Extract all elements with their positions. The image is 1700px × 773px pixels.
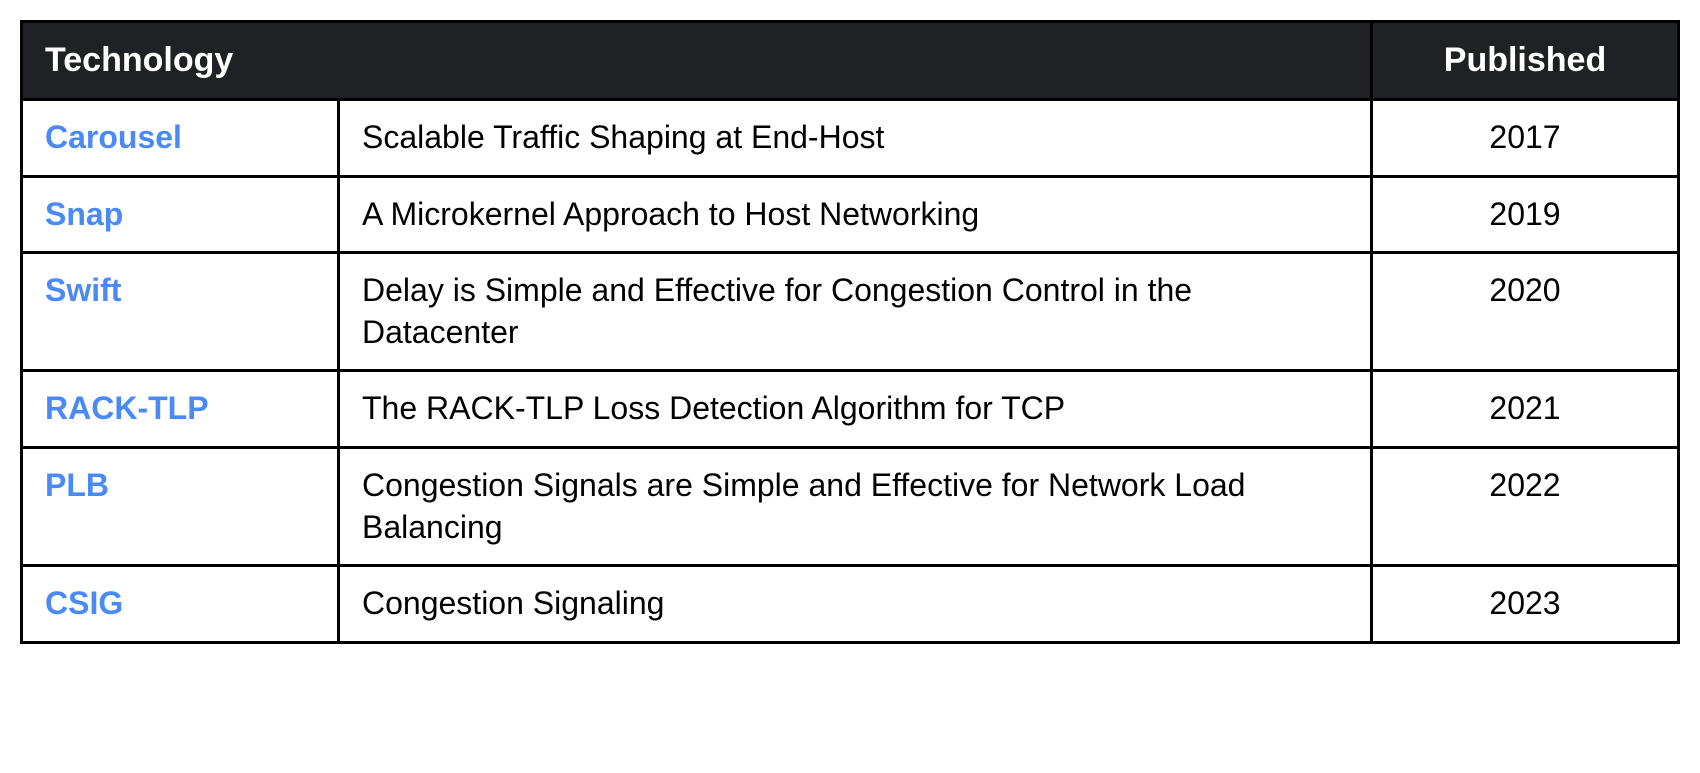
technology-description: Scalable Traffic Shaping at End-Host — [339, 100, 1372, 177]
header-technology: Technology — [22, 22, 1372, 100]
technology-link[interactable]: Snap — [45, 196, 123, 232]
technology-published: 2017 — [1372, 100, 1679, 177]
table-row: Swift Delay is Simple and Effective for … — [22, 253, 1679, 371]
technology-link[interactable]: RACK-TLP — [45, 390, 209, 426]
table-header-row: Technology Published — [22, 22, 1679, 100]
technology-published: 2022 — [1372, 447, 1679, 565]
table-row: Snap A Microkernel Approach to Host Netw… — [22, 176, 1679, 253]
technology-link[interactable]: Carousel — [45, 119, 182, 155]
table-row: PLB Congestion Signals are Simple and Ef… — [22, 447, 1679, 565]
header-published: Published — [1372, 22, 1679, 100]
technology-published: 2019 — [1372, 176, 1679, 253]
technology-table: Technology Published Carousel Scalable T… — [20, 20, 1680, 644]
technology-link[interactable]: Swift — [45, 272, 121, 308]
technology-description: Delay is Simple and Effective for Conges… — [339, 253, 1372, 371]
technology-published: 2020 — [1372, 253, 1679, 371]
technology-description: A Microkernel Approach to Host Networkin… — [339, 176, 1372, 253]
table-row: CSIG Congestion Signaling 2023 — [22, 566, 1679, 643]
technology-link[interactable]: CSIG — [45, 585, 123, 621]
technology-published: 2021 — [1372, 371, 1679, 448]
table-row: RACK-TLP The RACK-TLP Loss Detection Alg… — [22, 371, 1679, 448]
technology-description: Congestion Signals are Simple and Effect… — [339, 447, 1372, 565]
technology-link[interactable]: PLB — [45, 467, 109, 503]
technology-published: 2023 — [1372, 566, 1679, 643]
technology-description: The RACK-TLP Loss Detection Algorithm fo… — [339, 371, 1372, 448]
table-row: Carousel Scalable Traffic Shaping at End… — [22, 100, 1679, 177]
technology-description: Congestion Signaling — [339, 566, 1372, 643]
